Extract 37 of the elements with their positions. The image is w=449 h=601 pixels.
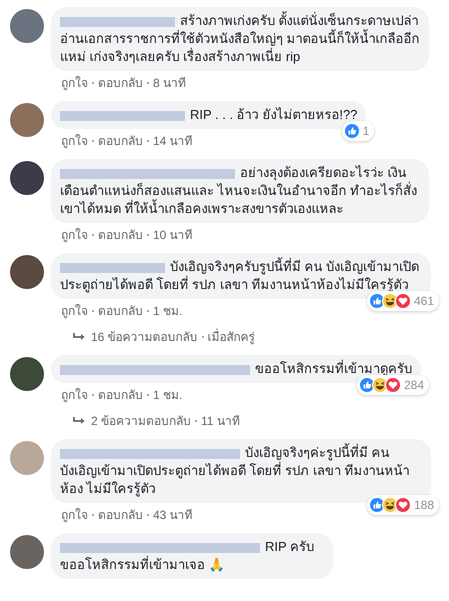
reply-link[interactable]: ตอบกลับ	[98, 74, 143, 92]
reaction-summary[interactable]: 188	[366, 495, 439, 515]
like-link[interactable]: ถูกใจ	[61, 386, 88, 404]
timestamp: เมื่อสักครู่	[208, 328, 255, 346]
reply-link[interactable]: ตอบกลับ	[98, 226, 143, 244]
timestamp: 1 ชม.	[153, 387, 182, 404]
reaction-summary[interactable]: 284	[356, 375, 429, 395]
view-replies-link[interactable]: 2 ข้อความตอบกลับ	[91, 412, 192, 430]
comment-text: ขออโหสิกรรมที่เข้ามาดูครับ	[254, 360, 412, 378]
comment-text: RIP ครับ ขออโหสิกรรมที่เข้ามาเจอ 🙏	[60, 538, 316, 574]
like-link[interactable]: ถูกใจ	[61, 226, 88, 244]
timestamp: 11 นาที	[201, 413, 240, 430]
reply-link[interactable]: ตอบกลับ	[98, 302, 143, 320]
reaction-count: 461	[414, 293, 434, 310]
timestamp: 1 ชม.	[153, 303, 182, 320]
timestamp: 10 นาที	[153, 227, 193, 244]
like-link[interactable]: ถูกใจ	[61, 506, 88, 524]
timestamp: 8 นาที	[153, 75, 186, 92]
like-link[interactable]: ถูกใจ	[61, 74, 88, 92]
reaction-count: 188	[414, 497, 434, 514]
timestamp: 43 นาที	[153, 507, 193, 524]
reaction-summary[interactable]: 461	[366, 291, 439, 311]
reply-link[interactable]: ตอบกลับ	[98, 132, 143, 150]
comment-text: อย่างลุงต้องเครียดอะไรว่ะ เงินเดือนตำแหน่งก็สองแสนและ ไหนจะเงินในอำนาจอีก ทำอะไรก็สั่งเขาได้หมด ที่ให้น้ำเกลือคงเพราะสงขารตัวเองแหละ	[60, 164, 418, 218]
reaction-summary[interactable]: 1	[342, 121, 374, 141]
reaction-count: 284	[404, 377, 424, 394]
like-link[interactable]: ถูกใจ	[61, 132, 88, 150]
comment-text: สร้างภาพเก่งครับ ตั้งแต่นั่งเซ็นกระดาษเปล่า อ่านเอกสารราชการที่ใช้ตัวหนังสือใหญ่ๆ มาตอนนี้ก็ให้น้ำเกลืออีก แหม่ เก่งจริงๆเลยครับ เรื่องสร้างภาพเนี่ย rip	[60, 12, 420, 66]
like-link[interactable]: ถูกใจ	[61, 302, 88, 320]
comment-text: RIP . . . อ้าว ยังไม่ตายหรอ!??	[189, 106, 358, 124]
timestamp: 14 นาที	[153, 133, 193, 150]
reaction-count: 1	[362, 123, 370, 140]
comment-text: บังเอิญจริงๆครับรูปนี้ที่มี คน บังเอิญเข้ามาเปิดประตูถ่ายได้พอดี โดยที่ รปภ เลขา ทีมงานหน้าห้องไม่มีใครรู้ตัว	[60, 258, 420, 294]
view-replies-link[interactable]: 16 ข้อความตอบกลับ	[91, 328, 198, 346]
reply-link[interactable]: ตอบกลับ	[98, 386, 143, 404]
comment-text: บังเอิญจริงๆค่ะรูปนี้ที่มี คน บังเอิญเข้ามาเปิดประตูถ่ายได้พอดี โดยที่ รปภ เลขา ทีมงานหน้าห้อง ไม่มีใครรู้ตัว	[60, 444, 410, 498]
reply-link[interactable]: ตอบกลับ	[98, 506, 143, 524]
